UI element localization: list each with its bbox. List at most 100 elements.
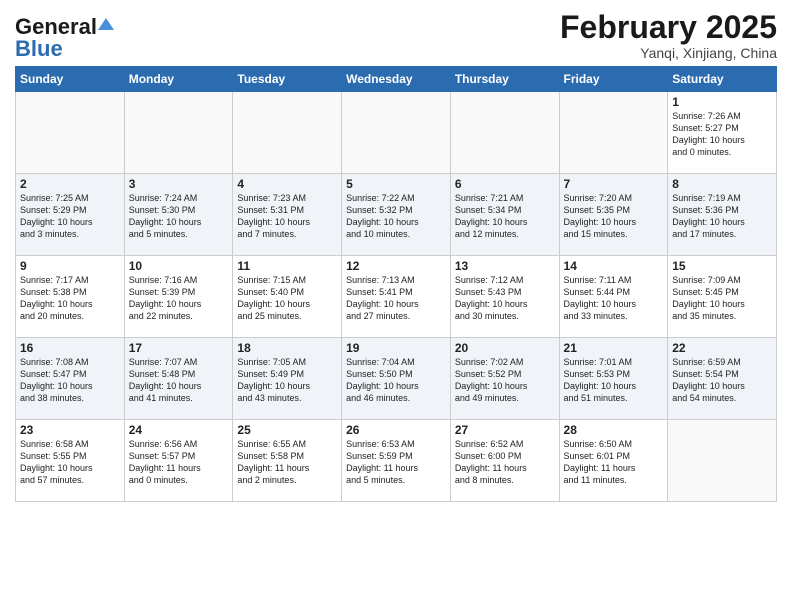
day-info: Sunrise: 7:08 AM Sunset: 5:47 PM Dayligh… (20, 356, 120, 405)
day-number: 8 (672, 177, 772, 191)
day-info: Sunrise: 7:24 AM Sunset: 5:30 PM Dayligh… (129, 192, 229, 241)
day-number: 27 (455, 423, 555, 437)
day-info: Sunrise: 6:59 AM Sunset: 5:54 PM Dayligh… (672, 356, 772, 405)
day-number: 9 (20, 259, 120, 273)
day-number: 21 (564, 341, 664, 355)
day-number: 25 (237, 423, 337, 437)
table-row: 16Sunrise: 7:08 AM Sunset: 5:47 PM Dayli… (16, 338, 125, 420)
day-number: 24 (129, 423, 229, 437)
table-row: 26Sunrise: 6:53 AM Sunset: 5:59 PM Dayli… (342, 420, 451, 502)
table-row: 1Sunrise: 7:26 AM Sunset: 5:27 PM Daylig… (668, 92, 777, 174)
table-row: 15Sunrise: 7:09 AM Sunset: 5:45 PM Dayli… (668, 256, 777, 338)
day-info: Sunrise: 7:07 AM Sunset: 5:48 PM Dayligh… (129, 356, 229, 405)
day-number: 28 (564, 423, 664, 437)
col-thursday: Thursday (450, 67, 559, 92)
calendar-table: Sunday Monday Tuesday Wednesday Thursday… (15, 66, 777, 502)
table-row: 5Sunrise: 7:22 AM Sunset: 5:32 PM Daylig… (342, 174, 451, 256)
table-row (16, 92, 125, 174)
day-info: Sunrise: 6:58 AM Sunset: 5:55 PM Dayligh… (20, 438, 120, 487)
day-number: 4 (237, 177, 337, 191)
table-row: 21Sunrise: 7:01 AM Sunset: 5:53 PM Dayli… (559, 338, 668, 420)
table-row (450, 92, 559, 174)
calendar-week-row: 9Sunrise: 7:17 AM Sunset: 5:38 PM Daylig… (16, 256, 777, 338)
logo-icon (98, 16, 114, 32)
day-number: 18 (237, 341, 337, 355)
day-info: Sunrise: 7:16 AM Sunset: 5:39 PM Dayligh… (129, 274, 229, 323)
col-tuesday: Tuesday (233, 67, 342, 92)
table-row: 3Sunrise: 7:24 AM Sunset: 5:30 PM Daylig… (124, 174, 233, 256)
day-number: 26 (346, 423, 446, 437)
day-info: Sunrise: 7:02 AM Sunset: 5:52 PM Dayligh… (455, 356, 555, 405)
table-row (233, 92, 342, 174)
day-info: Sunrise: 6:56 AM Sunset: 5:57 PM Dayligh… (129, 438, 229, 487)
table-row (559, 92, 668, 174)
calendar-week-row: 23Sunrise: 6:58 AM Sunset: 5:55 PM Dayli… (16, 420, 777, 502)
col-friday: Friday (559, 67, 668, 92)
calendar-header-row: Sunday Monday Tuesday Wednesday Thursday… (16, 67, 777, 92)
day-number: 3 (129, 177, 229, 191)
day-number: 23 (20, 423, 120, 437)
table-row: 10Sunrise: 7:16 AM Sunset: 5:39 PM Dayli… (124, 256, 233, 338)
day-info: Sunrise: 7:17 AM Sunset: 5:38 PM Dayligh… (20, 274, 120, 323)
day-info: Sunrise: 7:19 AM Sunset: 5:36 PM Dayligh… (672, 192, 772, 241)
table-row: 4Sunrise: 7:23 AM Sunset: 5:31 PM Daylig… (233, 174, 342, 256)
col-monday: Monday (124, 67, 233, 92)
day-number: 2 (20, 177, 120, 191)
table-row: 19Sunrise: 7:04 AM Sunset: 5:50 PM Dayli… (342, 338, 451, 420)
table-row: 18Sunrise: 7:05 AM Sunset: 5:49 PM Dayli… (233, 338, 342, 420)
day-info: Sunrise: 7:04 AM Sunset: 5:50 PM Dayligh… (346, 356, 446, 405)
day-info: Sunrise: 6:52 AM Sunset: 6:00 PM Dayligh… (455, 438, 555, 487)
day-number: 7 (564, 177, 664, 191)
day-number: 20 (455, 341, 555, 355)
table-row: 6Sunrise: 7:21 AM Sunset: 5:34 PM Daylig… (450, 174, 559, 256)
day-info: Sunrise: 7:21 AM Sunset: 5:34 PM Dayligh… (455, 192, 555, 241)
table-row: 7Sunrise: 7:20 AM Sunset: 5:35 PM Daylig… (559, 174, 668, 256)
col-wednesday: Wednesday (342, 67, 451, 92)
calendar-week-row: 16Sunrise: 7:08 AM Sunset: 5:47 PM Dayli… (16, 338, 777, 420)
day-info: Sunrise: 6:55 AM Sunset: 5:58 PM Dayligh… (237, 438, 337, 487)
table-row: 28Sunrise: 6:50 AM Sunset: 6:01 PM Dayli… (559, 420, 668, 502)
day-number: 11 (237, 259, 337, 273)
logo: General Blue (15, 14, 114, 62)
day-info: Sunrise: 7:05 AM Sunset: 5:49 PM Dayligh… (237, 356, 337, 405)
day-info: Sunrise: 7:13 AM Sunset: 5:41 PM Dayligh… (346, 274, 446, 323)
day-number: 12 (346, 259, 446, 273)
day-number: 5 (346, 177, 446, 191)
col-saturday: Saturday (668, 67, 777, 92)
table-row: 27Sunrise: 6:52 AM Sunset: 6:00 PM Dayli… (450, 420, 559, 502)
day-info: Sunrise: 7:20 AM Sunset: 5:35 PM Dayligh… (564, 192, 664, 241)
table-row: 2Sunrise: 7:25 AM Sunset: 5:29 PM Daylig… (16, 174, 125, 256)
col-sunday: Sunday (16, 67, 125, 92)
day-number: 14 (564, 259, 664, 273)
page-container: General Blue February 2025 Yanqi, Xinjia… (0, 0, 792, 507)
logo-text: General Blue (15, 14, 114, 62)
day-number: 15 (672, 259, 772, 273)
day-info: Sunrise: 7:25 AM Sunset: 5:29 PM Dayligh… (20, 192, 120, 241)
day-info: Sunrise: 7:01 AM Sunset: 5:53 PM Dayligh… (564, 356, 664, 405)
table-row (124, 92, 233, 174)
calendar-title: February 2025 (560, 10, 777, 45)
table-row: 14Sunrise: 7:11 AM Sunset: 5:44 PM Dayli… (559, 256, 668, 338)
table-row: 17Sunrise: 7:07 AM Sunset: 5:48 PM Dayli… (124, 338, 233, 420)
table-row (668, 420, 777, 502)
day-info: Sunrise: 7:11 AM Sunset: 5:44 PM Dayligh… (564, 274, 664, 323)
day-info: Sunrise: 7:15 AM Sunset: 5:40 PM Dayligh… (237, 274, 337, 323)
table-row: 11Sunrise: 7:15 AM Sunset: 5:40 PM Dayli… (233, 256, 342, 338)
header: General Blue February 2025 Yanqi, Xinjia… (15, 10, 777, 62)
day-number: 22 (672, 341, 772, 355)
day-number: 19 (346, 341, 446, 355)
table-row: 13Sunrise: 7:12 AM Sunset: 5:43 PM Dayli… (450, 256, 559, 338)
day-info: Sunrise: 6:53 AM Sunset: 5:59 PM Dayligh… (346, 438, 446, 487)
calendar-subtitle: Yanqi, Xinjiang, China (560, 45, 777, 61)
day-number: 10 (129, 259, 229, 273)
day-info: Sunrise: 7:26 AM Sunset: 5:27 PM Dayligh… (672, 110, 772, 159)
table-row: 9Sunrise: 7:17 AM Sunset: 5:38 PM Daylig… (16, 256, 125, 338)
table-row: 23Sunrise: 6:58 AM Sunset: 5:55 PM Dayli… (16, 420, 125, 502)
table-row: 24Sunrise: 6:56 AM Sunset: 5:57 PM Dayli… (124, 420, 233, 502)
table-row: 25Sunrise: 6:55 AM Sunset: 5:58 PM Dayli… (233, 420, 342, 502)
day-number: 13 (455, 259, 555, 273)
table-row: 22Sunrise: 6:59 AM Sunset: 5:54 PM Dayli… (668, 338, 777, 420)
table-row (342, 92, 451, 174)
calendar-week-row: 2Sunrise: 7:25 AM Sunset: 5:29 PM Daylig… (16, 174, 777, 256)
day-info: Sunrise: 7:12 AM Sunset: 5:43 PM Dayligh… (455, 274, 555, 323)
